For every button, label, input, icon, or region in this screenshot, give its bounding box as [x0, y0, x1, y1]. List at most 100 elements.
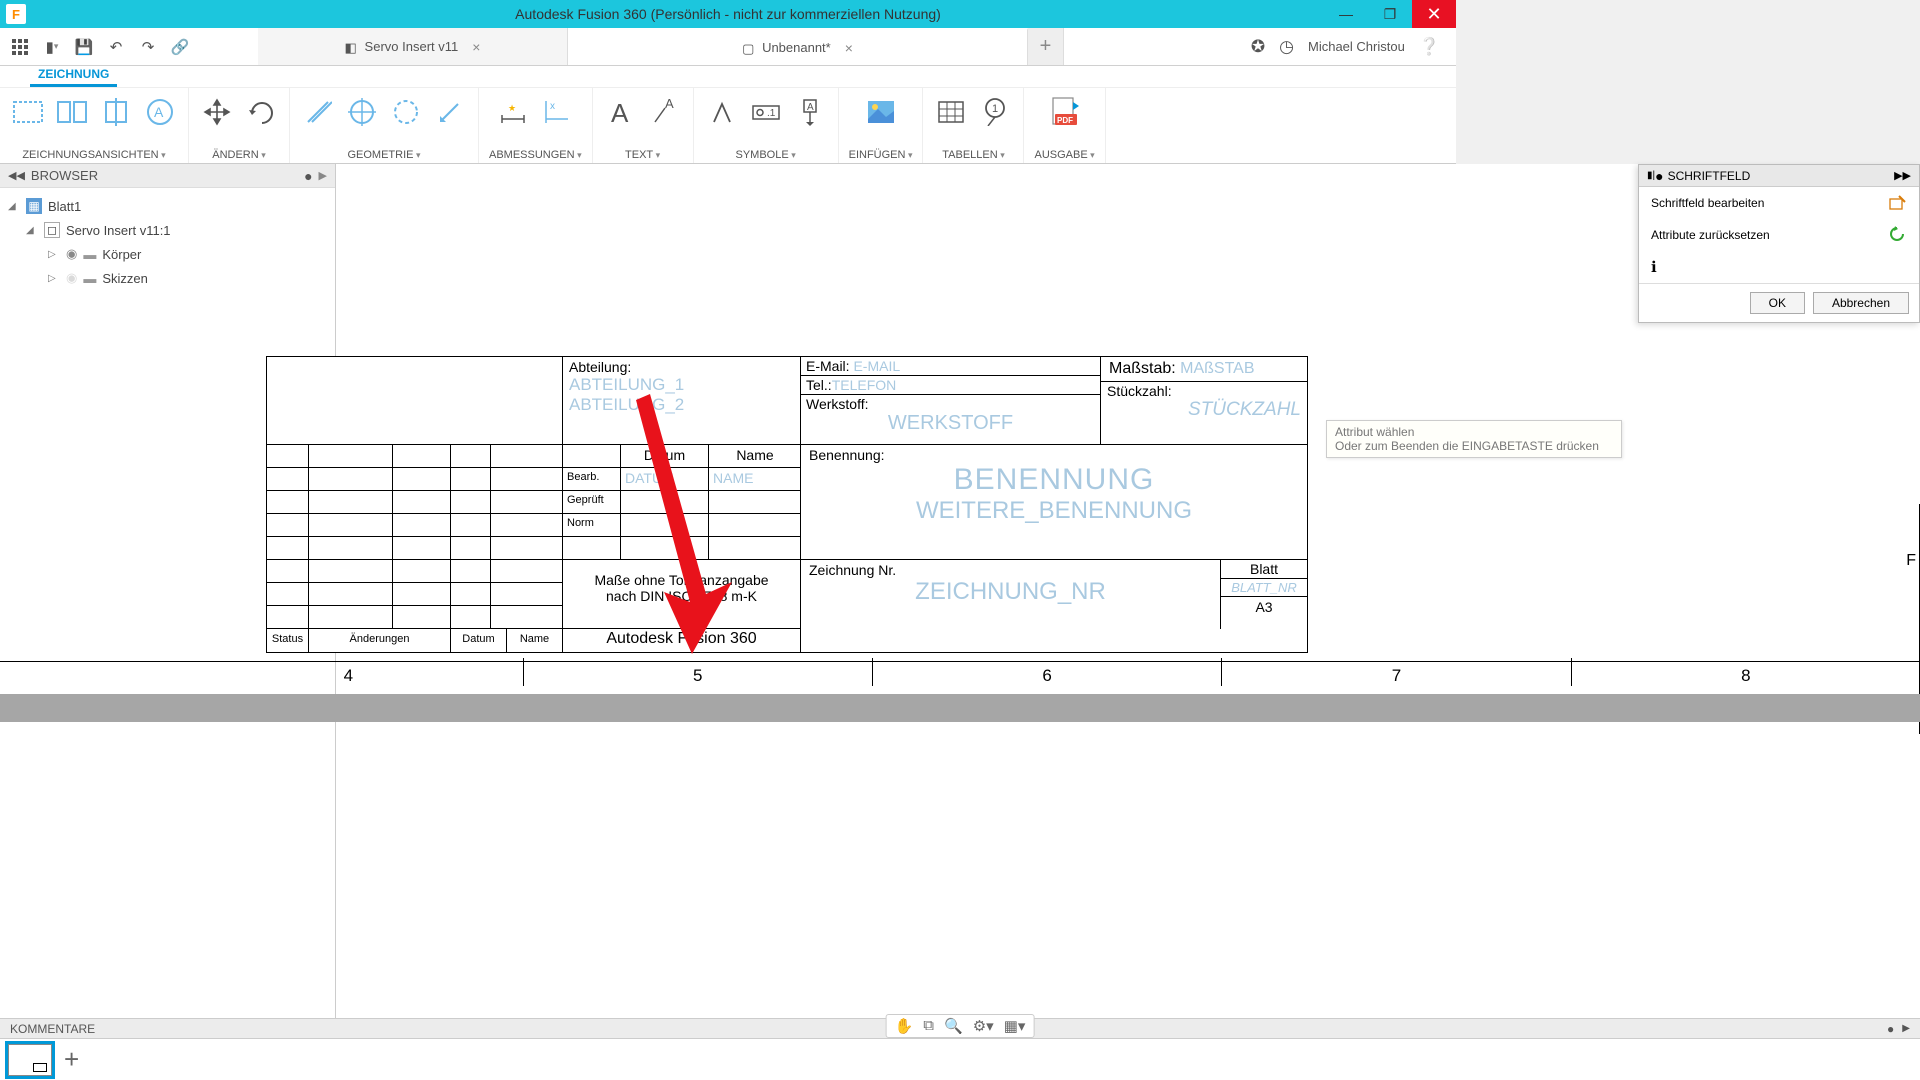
tree-part[interactable]: ◢ ◻ Servo Insert v11:1: [8, 218, 327, 242]
ribbon-group-label[interactable]: AUSGABE: [1034, 147, 1094, 161]
new-tab-button[interactable]: +: [1028, 28, 1064, 65]
add-sheet-button[interactable]: +: [64, 1044, 79, 1075]
add-comment-icon[interactable]: ●: [1887, 1022, 1894, 1036]
tab-unbenannt[interactable]: ▢ Unbenannt* ×: [568, 28, 1028, 65]
ribbon-group-label[interactable]: GEOMETRIE: [347, 147, 420, 161]
tab-label: Servo Insert v11: [365, 39, 459, 54]
move-icon[interactable]: [199, 94, 235, 130]
ribbon-group-label[interactable]: SYMBOLE: [736, 147, 796, 161]
centerline-icon[interactable]: [300, 94, 336, 130]
blattnr-placeholder[interactable]: BLATT_NR: [1221, 579, 1307, 597]
surface-texture-icon[interactable]: [704, 94, 740, 130]
undo-icon[interactable]: ↶: [102, 33, 130, 61]
visibility-icon[interactable]: ◉: [66, 270, 77, 286]
pdf-export-icon[interactable]: PDF: [1047, 94, 1083, 130]
tab-close-icon[interactable]: ×: [845, 40, 853, 56]
tab-label: Unbenannt*: [762, 40, 831, 55]
collapse-handle-icon[interactable]: ▮|: [1647, 170, 1655, 181]
ribbon-group-label[interactable]: TEXT: [625, 147, 660, 161]
werkstoff-placeholder[interactable]: WERKSTOFF: [806, 412, 1095, 435]
edge-extension-icon[interactable]: [432, 94, 468, 130]
svg-text:.1: .1: [767, 108, 776, 119]
tab-close-icon[interactable]: ×: [472, 39, 480, 55]
ribbon-group-label[interactable]: ZEICHNUNGSANSICHTEN: [22, 147, 165, 161]
tel-label: Tel.:: [806, 377, 832, 393]
image-insert-icon[interactable]: [863, 94, 899, 130]
edge-marker-f: F: [1906, 552, 1916, 570]
ribbon-group-label[interactable]: TABELLEN: [942, 147, 1004, 161]
table-icon[interactable]: [933, 94, 969, 130]
drawing-canvas[interactable]: Attribut wählen Oder zum Beenden die EIN…: [336, 164, 1920, 1018]
base-view-icon[interactable]: [10, 94, 46, 130]
tel-placeholder[interactable]: TELEFON: [832, 377, 897, 393]
ribbon-group-modify: ÄNDERN: [189, 88, 290, 163]
ribbon-group-label[interactable]: ABMESSUNGEN: [489, 147, 582, 161]
feature-control-frame-icon[interactable]: .1: [748, 94, 784, 130]
grid-settings-icon[interactable]: ▦▾: [1004, 1017, 1026, 1035]
ribbon-tab-zeichnung[interactable]: ZEICHNUNG: [30, 64, 117, 87]
projected-view-icon[interactable]: [54, 94, 90, 130]
collapse-left-icon[interactable]: ◀◀: [8, 169, 25, 182]
close-button[interactable]: ✕: [1412, 0, 1456, 28]
drawing-titleblock[interactable]: Abteilung: ABTEILUNG_1 ABTEILUNG_2 E-Mai…: [266, 356, 1308, 653]
centermark-pattern-icon[interactable]: [388, 94, 424, 130]
svg-text:A: A: [154, 104, 164, 120]
chevron-right-icon[interactable]: ▶: [319, 169, 327, 182]
datum-col-header: Datum: [451, 629, 507, 652]
save-icon[interactable]: 💾: [70, 33, 98, 61]
redo-icon[interactable]: ↷: [134, 33, 162, 61]
ok-button[interactable]: OK: [1750, 292, 1805, 314]
datum-id-icon[interactable]: A: [792, 94, 828, 130]
zoom-window-icon[interactable]: ⧉: [923, 1017, 934, 1035]
help-icon[interactable]: ❔: [1419, 37, 1440, 57]
sheet-thumbnail[interactable]: [8, 1044, 52, 1076]
weitere-benennung-placeholder[interactable]: WEITERE_BENENNUNG: [809, 497, 1299, 525]
dimension-icon[interactable]: ★: [495, 94, 531, 130]
leader-text-icon[interactable]: A: [647, 94, 683, 130]
link-icon[interactable]: 🔗: [166, 33, 194, 61]
minimize-button[interactable]: —: [1324, 0, 1368, 28]
detail-view-icon[interactable]: A: [142, 94, 178, 130]
chevron-right-icon[interactable]: ▶: [1902, 1023, 1910, 1034]
ribbon-group-label[interactable]: ÄNDERN: [212, 147, 265, 161]
section-view-icon[interactable]: [98, 94, 134, 130]
balloon-icon[interactable]: 1: [977, 94, 1013, 130]
stueckzahl-placeholder[interactable]: STÜCKZAHL: [1107, 399, 1301, 421]
browser-title: BROWSER: [31, 168, 98, 183]
tab-servo-insert[interactable]: ◧ Servo Insert v11 ×: [258, 28, 568, 65]
folder-icon: ▬: [83, 247, 96, 262]
reset-attributes-row[interactable]: Attribute zurücksetzen: [1639, 219, 1919, 251]
svg-text:★: ★: [508, 103, 516, 113]
tree-bodies[interactable]: ▷ ◉ ▬ Körper: [8, 242, 327, 266]
tree-sheet[interactable]: ◢ ▦ Blatt1: [8, 194, 327, 218]
massstab-placeholder[interactable]: MAßSTAB: [1180, 360, 1254, 377]
job-status-icon[interactable]: ◷: [1279, 37, 1294, 57]
file-menu-icon[interactable]: ▮▾: [38, 33, 66, 61]
zeichnungnr-placeholder[interactable]: ZEICHNUNG_NR: [809, 578, 1212, 606]
ribbon-group-label[interactable]: EINFÜGEN: [849, 147, 913, 161]
cancel-button[interactable]: Abbrechen: [1813, 292, 1909, 314]
massstab-label: Maßstab:: [1109, 360, 1176, 377]
rotate-icon[interactable]: [243, 94, 279, 130]
text-icon[interactable]: A: [603, 94, 639, 130]
ordinate-dimension-icon[interactable]: x: [539, 94, 575, 130]
centermark-icon[interactable]: [344, 94, 380, 130]
info-icon[interactable]: ℹ: [1651, 259, 1657, 276]
email-label: E-Mail:: [806, 358, 850, 374]
user-name[interactable]: Michael Christou: [1308, 39, 1405, 54]
zoom-icon[interactable]: 🔍: [944, 1017, 963, 1035]
extensions-icon[interactable]: ✪: [1251, 37, 1265, 57]
abteilung1-placeholder[interactable]: ABTEILUNG_1: [569, 375, 794, 395]
edit-titleblock-row[interactable]: Schriftfeld bearbeiten: [1639, 187, 1919, 219]
email-placeholder[interactable]: E-MAIL: [853, 358, 900, 374]
tree-sketches[interactable]: ▷ ◉ ▬ Skizzen: [8, 266, 327, 290]
expand-right-icon[interactable]: ▶▶: [1894, 169, 1911, 182]
benennung-placeholder[interactable]: BENENNUNG: [809, 463, 1299, 497]
browser-settings-icon[interactable]: ●: [304, 168, 312, 184]
werkstoff-label: Werkstoff:: [806, 396, 1095, 412]
maximize-button[interactable]: ❐: [1368, 0, 1412, 28]
grid-menu-icon[interactable]: [6, 33, 34, 61]
pan-icon[interactable]: ✋: [895, 1017, 914, 1035]
display-settings-icon[interactable]: ⚙▾: [973, 1017, 994, 1035]
visibility-icon[interactable]: ◉: [66, 246, 77, 262]
